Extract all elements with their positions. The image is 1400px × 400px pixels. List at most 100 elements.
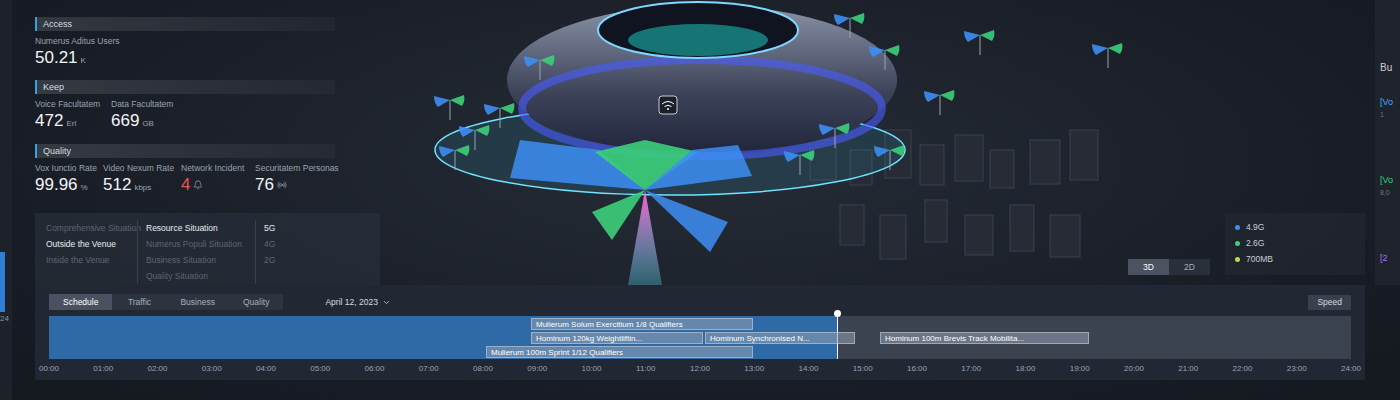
menu-item[interactable]: 5G [264, 220, 380, 236]
right-edge-panel: Bu [Vo 1 [Vo8,0 [2 [1375, 0, 1400, 285]
stats-section: Quality Vox Iunctio Rate99.96%Video Nexum… [35, 144, 380, 198]
menu-item[interactable]: Comprehensive Situation [46, 220, 137, 236]
edge-item-label: [2 [1380, 253, 1400, 263]
edge-item-label: [Vo [1380, 97, 1400, 107]
edge-item-sub: 1 [1380, 111, 1400, 118]
chevron-down-icon [382, 298, 391, 307]
axis-tick: 21:00 [1178, 364, 1198, 373]
main: AccessNumerus Aditus Users50.21KKeepVoic… [12, 0, 1400, 400]
antenna-icon [484, 103, 514, 128]
playhead-handle[interactable] [834, 310, 841, 317]
axis-tick: 14:00 [798, 364, 818, 373]
edge-item-label: [Vo [1380, 175, 1400, 185]
metric-value: 512kbps [103, 174, 181, 198]
menu-column: 5G4G2G [255, 220, 380, 284]
left-edge-panel: 24 [0, 0, 12, 400]
metric-grid: Numerus Aditus Users50.21K [35, 35, 380, 71]
edge-item: [Vo8,0 [1380, 175, 1400, 229]
wifi-icon [659, 96, 677, 114]
menu-item[interactable]: Business Situation [146, 252, 255, 268]
schedule-event[interactable]: Hominum Synchronised N... [705, 332, 855, 344]
speed-button[interactable]: Speed [1308, 295, 1351, 310]
edge-item: [2 [1380, 253, 1400, 285]
axis-tick: 22:00 [1232, 364, 1252, 373]
section-header: Access [35, 17, 335, 31]
metric-value: 669GB [111, 110, 380, 134]
timeline-tab[interactable]: Business [166, 294, 229, 310]
metric-grid: Voice Facultatem472ErlData Facultatem669… [35, 98, 380, 134]
schedule-event[interactable]: Mulierum 100m Sprint 1/12 Qualifiers [486, 346, 753, 358]
antenna-icon [874, 145, 904, 170]
metric-unit: kbps [134, 177, 151, 198]
time-axis: 00:0001:0002:0003:0004:0005:0006:0007:00… [49, 361, 1351, 380]
view-toggle-button[interactable]: 2D [1169, 259, 1210, 275]
edge-bar [0, 252, 5, 312]
stadium-scene[interactable] [380, 0, 1125, 285]
menu-item[interactable]: 2G [264, 252, 380, 268]
menu-item[interactable]: 4G [264, 236, 380, 252]
metric-value: 50.21K [35, 47, 380, 71]
menu-item[interactable]: Inside the Venue [46, 252, 137, 268]
axis-tick: 00:00 [39, 364, 59, 373]
antenna-icon [869, 45, 899, 70]
date-select[interactable]: April 12, 2023 [325, 297, 390, 307]
metric-label: Video Nexum Rate [103, 162, 181, 174]
axis-tick: 03:00 [202, 364, 222, 373]
edge-title: Bu [1380, 62, 1400, 73]
menu-item[interactable]: Quality Situation [146, 268, 255, 284]
menu-column: Comprehensive SituationOutside the Venue… [35, 220, 137, 284]
antenna-icon [784, 150, 814, 175]
legend-dot [1235, 257, 1240, 262]
legend-dot [1235, 225, 1240, 230]
antenna-icon [1092, 43, 1122, 68]
view-toggle: 3D2D [1128, 259, 1210, 275]
dashboard: 24AccessNumerus Aditus Users50.21KKeepVo… [0, 0, 1400, 400]
metric-label: Vox Iunctio Rate [35, 162, 103, 174]
metric: Securitatem Personas76 [255, 162, 380, 198]
menu-item[interactable]: Outside the Venue [46, 236, 137, 252]
timeline-toolbar: ScheduleTrafficBusinessQuality April 12, … [49, 294, 1351, 310]
metric: Numerus Aditus Users50.21K [35, 35, 380, 71]
axis-tick: 08:00 [473, 364, 493, 373]
menu-column: Resource SituationNumerus Populi Situati… [137, 220, 255, 284]
metric: Vox Iunctio Rate99.96% [35, 162, 103, 198]
band-legend: 4.9G 2.6G 700MB [1225, 213, 1365, 275]
antenna-icon [524, 55, 554, 80]
axis-tick: 05:00 [310, 364, 330, 373]
section-header: Quality [35, 144, 335, 158]
menu-item[interactable]: Resource Situation [146, 220, 255, 236]
upper-area: AccessNumerus Aditus Users50.21KKeepVoic… [35, 0, 1400, 285]
antenna-icon [924, 90, 954, 115]
axis-tick: 19:00 [1070, 364, 1090, 373]
axis-tick: 24:00 [1341, 364, 1361, 373]
metric-unit: Erl [66, 113, 76, 134]
edge-item: [Vo 1 [1380, 97, 1400, 151]
axis-tick: 02:00 [147, 364, 167, 373]
timeline-tab[interactable]: Traffic [112, 294, 166, 310]
timeline-tab[interactable]: Quality [229, 294, 283, 310]
legend-item: 700MB [1235, 254, 1355, 265]
metric-grid: Vox Iunctio Rate99.96%Video Nexum Rate51… [35, 162, 380, 198]
signal-icon [277, 180, 287, 190]
legend-item: 4.9G [1235, 222, 1355, 233]
schedule-event[interactable]: Mulierum Solum Exercitium 1/8 Qualifiers [531, 318, 753, 330]
timeline-tab[interactable]: Schedule [49, 294, 112, 310]
menu-item[interactable]: Numerus Populi Situation [146, 236, 255, 252]
timeline-track[interactable]: Mulierum Solum Exercitium 1/8 Qualifiers… [49, 316, 1351, 359]
metric-label: Network Incident [181, 162, 255, 174]
schedule-event[interactable]: Hominum 100m Brevis Track Mobilita... [880, 332, 1089, 344]
signal-coverage [510, 140, 752, 285]
axis-tick: 10:00 [581, 364, 601, 373]
timeline-panel: ScheduleTrafficBusinessQuality April 12, … [35, 285, 1365, 380]
antenna-icon [834, 13, 864, 38]
legend-dot [1235, 241, 1240, 246]
schedule-event[interactable]: Hominum 120kg Weightliftin... [531, 332, 703, 344]
axis-tick: 18:00 [1015, 364, 1035, 373]
metric-value: 472Erl [35, 110, 111, 134]
axis-tick: 01:00 [93, 364, 113, 373]
axis-tick: 04:00 [256, 364, 276, 373]
legend-item: 2.6G [1235, 238, 1355, 249]
view-toggle-button[interactable]: 3D [1128, 259, 1169, 275]
stats-panel: AccessNumerus Aditus Users50.21KKeepVoic… [35, 0, 380, 285]
timeline-tabs: ScheduleTrafficBusinessQuality [49, 294, 283, 310]
